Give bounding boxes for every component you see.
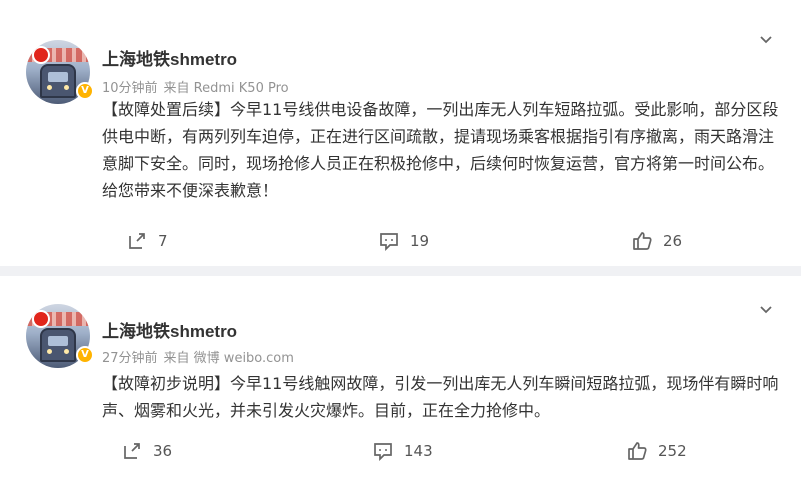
comment-count: 19 (410, 232, 430, 250)
comment-count: 143 (404, 442, 433, 460)
chevron-down-icon[interactable] (759, 303, 773, 317)
post-time[interactable]: 27分钟前 (102, 351, 158, 366)
username[interactable]: 上海地铁shmetro (102, 317, 237, 342)
comment-icon (380, 233, 398, 252)
share-icon (124, 443, 140, 459)
thumbs-up-icon (633, 232, 652, 250)
post-text: 【故障处置后续】今早11号线供电设备故障，一列出库无人列车短路拉弧。受此影响，部… (102, 100, 779, 200)
post-source: 来自 微博 weibo.com (163, 351, 294, 366)
share-icon (129, 233, 145, 249)
like-button[interactable]: 252 (626, 440, 687, 462)
post-card: V 上海地铁shmetro 10分钟前 来自 Redmi K50 Pro 【故障处… (0, 0, 801, 266)
username[interactable]: 上海地铁shmetro (102, 45, 237, 70)
verified-badge-icon: V (76, 346, 94, 364)
repost-button[interactable]: 7 (126, 230, 168, 252)
post-card: V 上海地铁shmetro 27分钟前 来自 微博 weibo.com 【故障初步… (0, 276, 801, 477)
verified-badge-icon: V (76, 82, 94, 100)
comment-icon (374, 443, 392, 462)
post-time[interactable]: 10分钟前 (102, 81, 158, 96)
post-meta: 10分钟前 来自 Redmi K50 Pro (102, 77, 295, 96)
comment-button[interactable]: 143 (372, 440, 433, 462)
post-meta: 27分钟前 来自 微博 weibo.com (102, 347, 300, 366)
post-source: 来自 Redmi K50 Pro (163, 81, 289, 96)
like-count: 252 (658, 442, 687, 460)
repost-count: 7 (158, 232, 168, 250)
post-text: 【故障初步说明】今早11号线触网故障，引发一列出库无人列车瞬间短路拉弧，现场伴有… (102, 374, 779, 420)
repost-button[interactable]: 36 (121, 440, 172, 462)
repost-count: 36 (153, 442, 173, 460)
thumbs-up-icon (628, 442, 647, 460)
comment-button[interactable]: 19 (378, 230, 429, 252)
chevron-down-icon[interactable] (759, 33, 773, 47)
like-count: 26 (663, 232, 683, 250)
like-button[interactable]: 26 (631, 230, 682, 252)
